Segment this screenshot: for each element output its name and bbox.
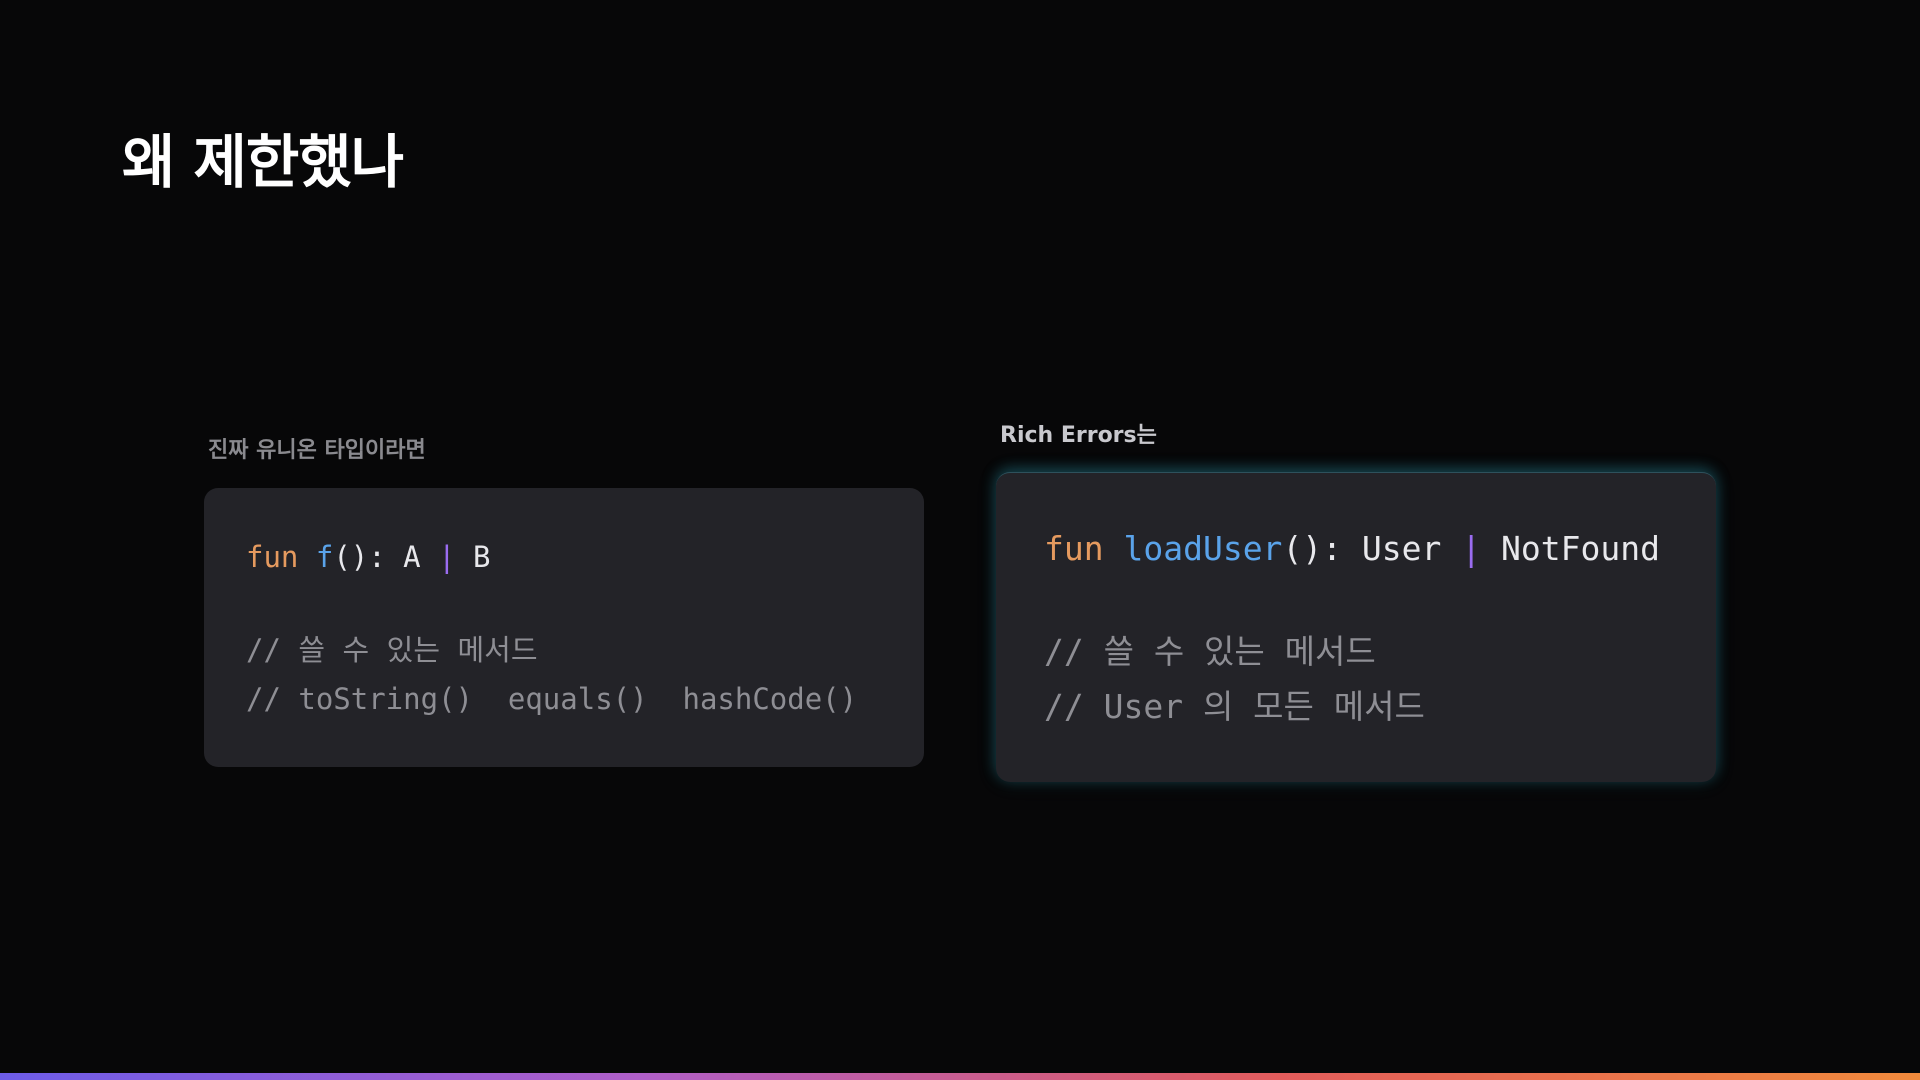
left-comment-line-1: // 쓸 수 있는 메서드 [246,632,538,667]
right-code-card: fun loadUser(): User | NotFound // 쓸 수 있… [996,472,1716,782]
left-panel-label: 진짜 유니온 타입이라면 [208,438,426,463]
keyword-token: fun [1044,529,1104,568]
left-code-card: fun f(): A | B // 쓸 수 있는 메서드 // toString… [204,488,924,767]
left-signature-line: fun f(): A | B [246,540,924,575]
right-comment-line-1: // 쓸 수 있는 메서드 [1044,631,1376,671]
function-name-token: f [315,540,334,574]
second-type-token: B [473,540,491,574]
right-panel-label: Rich Errors는 [1000,423,1157,448]
union-pipe-token: | [1461,529,1482,568]
function-name-token: loadUser [1123,529,1283,568]
second-type-token: NotFound [1501,529,1660,568]
union-pipe-token: | [438,540,456,574]
params-token: (): User [1282,529,1442,568]
right-signature-line: fun loadUser(): User | NotFound [1044,529,1716,569]
left-comment-line-2: // toString() equals() hashCode() [246,681,858,716]
keyword-token: fun [246,540,299,574]
right-comment-line-2: // User 의 모든 메서드 [1044,687,1425,727]
slide: 왜 제한했나 진짜 유니온 타입이라면 fun f(): A | B // 쓸 … [0,0,1920,1080]
bottom-gradient-bar [0,1073,1920,1080]
params-token: (): A [333,540,421,574]
slide-title: 왜 제한했나 [122,128,404,196]
